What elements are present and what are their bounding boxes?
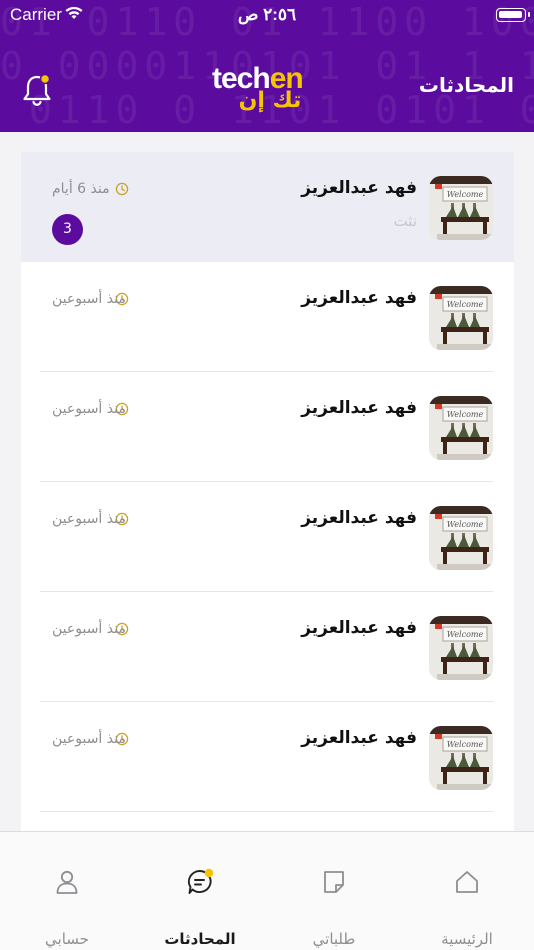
notification-dot <box>39 73 51 85</box>
row-divider <box>40 811 493 812</box>
tab-account-label: حسابي <box>45 930 89 948</box>
message-preview: نثت <box>393 212 417 230</box>
message-time: منذ أسبوعين <box>52 511 126 527</box>
clock-icon <box>115 182 129 196</box>
avatar: Welcome <box>429 506 493 570</box>
battery-icon <box>496 8 530 22</box>
svg-text:Welcome: Welcome <box>447 300 484 309</box>
conversation-row[interactable]: Welcome فهد عبدالعزيز منذ أسبوعين <box>21 372 514 482</box>
tab-orders[interactable]: طلباتي <box>274 832 394 950</box>
tab-home-label: الرئيسية <box>441 930 493 948</box>
tab-home[interactable]: الرئيسية <box>407 832 527 950</box>
message-time: منذ أسبوعين <box>52 731 126 747</box>
conversation-row[interactable]: Welcome فهد عبدالعزيز منذ أسبوعين <box>21 482 514 592</box>
tab-account[interactable]: حسابي <box>7 832 127 950</box>
bottom-tab-bar: الرئيسية طلباتي المحادثات حسابي <box>0 831 534 950</box>
contact-name: فهد عبدالعزيز <box>301 398 417 418</box>
user-icon <box>56 870 78 894</box>
conversation-row[interactable]: Welcome فهد عبدالعزيز نثت منذ 6 أيام 3 <box>21 152 514 262</box>
message-time: منذ 6 أيام <box>52 181 110 197</box>
contact-name: فهد عبدالعزيز <box>301 728 417 748</box>
app-header: 01 0110 01 1100 1001 01 0 0000110101 01 … <box>0 0 534 132</box>
contact-name: فهد عبدالعزيز <box>301 508 417 528</box>
message-time: منذ أسبوعين <box>52 401 126 417</box>
page-title: المحادثات <box>418 73 514 97</box>
orders-icon <box>324 871 344 893</box>
avatar: Welcome <box>429 396 493 460</box>
svg-text:Welcome: Welcome <box>447 630 484 639</box>
avatar: Welcome <box>429 616 493 680</box>
avatar: Welcome <box>429 286 493 350</box>
svg-text:Welcome: Welcome <box>447 190 484 199</box>
contact-name: فهد عبدالعزيز <box>301 288 417 308</box>
message-time: منذ أسبوعين <box>52 291 126 307</box>
conversation-row[interactable]: Welcome فهد عبدالعزيز منذ أسبوعين <box>21 262 514 372</box>
home-icon <box>456 871 478 893</box>
message-time: منذ أسبوعين <box>52 621 126 637</box>
status-time: ٢:٥٦ ص <box>237 5 297 24</box>
conversation-list: Welcome فهد عبدالعزيز نثت منذ 6 أيام 3 W… <box>21 152 514 832</box>
tab-chats[interactable]: المحادثات <box>140 832 260 950</box>
avatar: Welcome <box>429 726 493 790</box>
conversation-row[interactable]: Welcome فهد عبدالعزيز منذ أسبوعين <box>21 592 514 702</box>
contact-name: فهد عبدالعزيز <box>301 178 417 198</box>
app-logo: techen تك إن <box>212 62 324 114</box>
avatar: Welcome <box>429 176 493 240</box>
status-bar: Carrier ٢:٥٦ ص <box>0 0 534 30</box>
svg-text:Welcome: Welcome <box>447 410 484 419</box>
conversation-row[interactable]: Welcome فهد عبدالعزيز منذ أسبوعين <box>21 702 514 812</box>
contact-name: فهد عبدالعزيز <box>301 618 417 638</box>
bell-icon[interactable] <box>20 72 54 108</box>
tab-chats-label: المحادثات <box>164 930 236 948</box>
chat-icon <box>187 868 214 894</box>
unread-count-badge: 3 <box>52 214 83 245</box>
tab-orders-label: طلباتي <box>312 930 356 948</box>
svg-text:Welcome: Welcome <box>447 740 484 749</box>
svg-text:Welcome: Welcome <box>447 520 484 529</box>
logo-arabic: تك إن <box>238 88 302 113</box>
